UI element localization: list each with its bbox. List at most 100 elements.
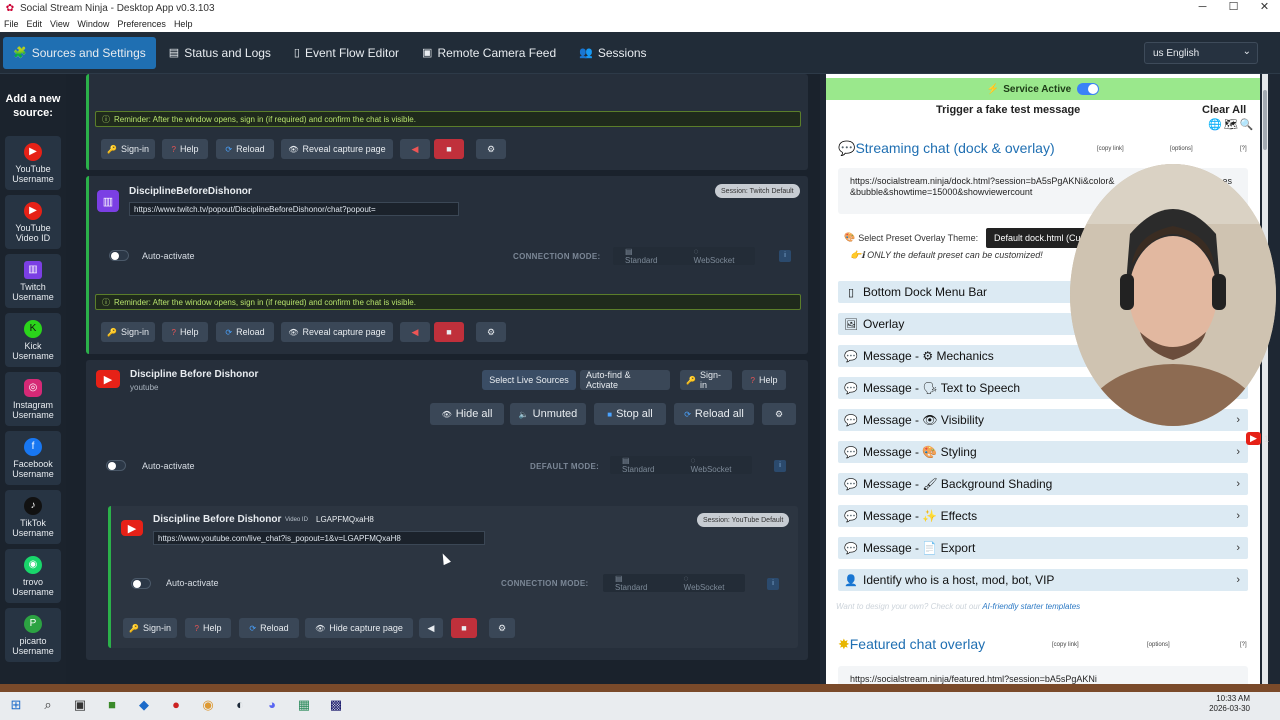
mode-standard[interactable]: ▤ Standard	[610, 456, 679, 474]
auto-find-activate-button[interactable]: Auto-find & Activate	[580, 370, 670, 390]
mute-button[interactable]: ◀	[419, 618, 443, 638]
reload-button[interactable]: ⟳ Reload	[216, 322, 274, 342]
globe-icon[interactable]: 🌐	[1208, 118, 1222, 131]
unmuted-button[interactable]: 🔈 Unmuted	[510, 403, 586, 425]
add-youtube-video-id-button[interactable]: ▶ YouTube Video ID	[5, 195, 61, 249]
copy-link-button[interactable]: [copy link]	[1097, 146, 1124, 152]
add-kick-username-button[interactable]: K Kick Username	[5, 313, 61, 367]
sign-in-button[interactable]: 🔑 Sign-in	[123, 618, 177, 638]
hide-capture-button[interactable]: 👁 Hide capture page	[305, 618, 413, 638]
options-button[interactable]: [options]	[1147, 642, 1170, 648]
tab-sources-and-settings[interactable]: 🧩 Sources and Settings	[3, 36, 156, 69]
add-tiktok-username-button[interactable]: ♪ TikTok Username	[5, 490, 61, 544]
default-mode-switch[interactable]: ▤ Standard ◌ WebSocket	[610, 456, 752, 474]
add-trovo-username-button[interactable]: ◉ trovo Username	[5, 549, 61, 603]
accordion-styling[interactable]: 💬 Message - 🎨 Styling ›	[838, 441, 1248, 463]
select-live-sources-button[interactable]: Select Live Sources	[482, 370, 576, 390]
accordion-identify-roles[interactable]: 👤 Identify who is a host, mod, bot, VIP ›	[838, 569, 1248, 591]
settings-button[interactable]: ⚙	[762, 403, 796, 425]
app-icon[interactable]: ▩	[325, 697, 347, 715]
tab-remote-camera-feed[interactable]: ▣ Remote Camera Feed	[412, 37, 566, 69]
map-icon[interactable]: 🗺	[1224, 118, 1238, 131]
social-stream-icon[interactable]: ▦	[293, 697, 315, 715]
starter-templates-link[interactable]: AI-friendly starter templates	[982, 602, 1080, 611]
maximize-button[interactable]: ☐	[1218, 0, 1249, 16]
add-youtube-username-button[interactable]: ▶ YouTube Username	[5, 136, 61, 190]
sign-in-button[interactable]: 🔑 Sign-in	[680, 370, 732, 390]
settings-button[interactable]: ⚙	[476, 139, 506, 159]
stop-button[interactable]: ■	[434, 139, 464, 159]
reload-button[interactable]: ⟳ Reload	[216, 139, 274, 159]
windows-start-icon[interactable]: ⊞	[5, 697, 27, 715]
reveal-capture-button[interactable]: 👁 Reveal capture page	[281, 139, 393, 159]
accordion-export[interactable]: 💬 Message - 📄 Export ›	[838, 537, 1248, 559]
search-icon[interactable]: ⌕	[37, 697, 59, 715]
accordion-background-shading[interactable]: 💬 Message - 🖌 Background Shading ›	[838, 473, 1248, 495]
mode-standard[interactable]: ▤ Standard	[613, 247, 682, 265]
scrollbar-track[interactable]	[1262, 74, 1268, 684]
mode-websocket[interactable]: ◌ WebSocket	[679, 456, 752, 474]
auto-activate-toggle[interactable]	[109, 250, 129, 261]
app-icon[interactable]: ●	[165, 697, 187, 715]
minecraft-icon[interactable]: ■	[101, 697, 123, 715]
settings-button[interactable]: ⚙	[476, 322, 506, 342]
auto-activate-toggle[interactable]	[106, 460, 126, 471]
help-button[interactable]: ? Help	[162, 139, 208, 159]
menu-window[interactable]: Window	[77, 19, 109, 29]
steam-icon[interactable]: ◐	[229, 697, 251, 715]
connection-mode-switch[interactable]: ▤ Standard ◌ WebSocket	[603, 574, 745, 592]
reload-button[interactable]: ⟳ Reload	[239, 618, 299, 638]
settings-button[interactable]: ⚙	[489, 618, 515, 638]
info-icon[interactable]: i	[779, 250, 791, 262]
add-picarto-username-button[interactable]: Ppicarto Username	[5, 608, 61, 662]
accordion-effects[interactable]: 💬 Message - ✨ Effects ›	[838, 505, 1248, 527]
chat-url-field[interactable]: https://www.youtube.com/live_chat?is_pop…	[153, 531, 485, 545]
preset-theme-select[interactable]: Default dock.html (Cu	[986, 228, 1092, 248]
discord-icon[interactable]: ◕	[261, 697, 283, 715]
info-icon[interactable]: i	[774, 460, 786, 472]
mute-button[interactable]: ◀	[400, 322, 430, 342]
search-icon[interactable]: 🔍	[1240, 118, 1254, 131]
close-button[interactable]: ✕	[1249, 0, 1280, 16]
featured-url-box[interactable]: https://socialstream.ninja/featured.html…	[838, 666, 1248, 684]
menu-preferences[interactable]: Preferences	[117, 19, 166, 29]
mode-websocket[interactable]: ◌ WebSocket	[672, 574, 745, 592]
sign-in-button[interactable]: 🔑 Sign-in	[101, 322, 155, 342]
file-explorer-icon[interactable]: ▣	[69, 697, 91, 715]
menu-view[interactable]: View	[50, 19, 69, 29]
menu-file[interactable]: File	[4, 19, 19, 29]
stop-button[interactable]: ■	[434, 322, 464, 342]
menu-edit[interactable]: Edit	[27, 19, 43, 29]
hide-all-button[interactable]: 👁 Hide all	[430, 403, 504, 425]
copy-link-button[interactable]: [copy link]	[1052, 642, 1079, 648]
help-button[interactable]: ? Help	[162, 322, 208, 342]
taskbar-clock[interactable]: 10:33 AM 2026-03-30	[1209, 694, 1250, 714]
stop-button[interactable]: ■	[451, 618, 477, 638]
reload-all-button[interactable]: ⟳ Reload all	[674, 403, 754, 425]
tab-status-and-logs[interactable]: ▤ Status and Logs	[159, 37, 281, 69]
clear-all-button[interactable]: Clear All	[1202, 104, 1246, 116]
connection-mode-switch[interactable]: ▤ Standard ◌ WebSocket	[613, 247, 755, 265]
mode-standard[interactable]: ▤ Standard	[603, 574, 672, 592]
mute-button[interactable]: ◀	[400, 139, 430, 159]
mode-websocket[interactable]: ◌ WebSocket	[682, 247, 755, 265]
scrollbar-thumb[interactable]	[1263, 90, 1267, 150]
add-facebook-username-button[interactable]: f Facebook Username	[5, 431, 61, 485]
add-twitch-username-button[interactable]: ▥ Twitch Username	[5, 254, 61, 308]
help-link[interactable]: [?]	[1240, 642, 1247, 648]
help-link[interactable]: [?]	[1240, 146, 1247, 152]
sign-in-button[interactable]: 🔑 Sign-in	[101, 139, 155, 159]
options-button[interactable]: [options]	[1170, 146, 1193, 152]
service-toggle[interactable]	[1077, 83, 1100, 95]
language-select[interactable]: us English ⌄	[1144, 42, 1258, 64]
stop-all-button[interactable]: ■ Stop all	[594, 403, 666, 425]
tab-event-flow-editor[interactable]: ▯ Event Flow Editor	[284, 37, 409, 69]
reveal-capture-button[interactable]: 👁 Reveal capture page	[281, 322, 393, 342]
minimize-button[interactable]: ─	[1187, 0, 1218, 16]
info-icon[interactable]: i	[767, 578, 779, 590]
app-icon[interactable]: ◆	[133, 697, 155, 715]
help-button[interactable]: ? Help	[185, 618, 231, 638]
menu-help[interactable]: Help	[174, 19, 193, 29]
help-button[interactable]: ? Help	[742, 370, 786, 390]
auto-activate-toggle[interactable]	[131, 578, 151, 589]
